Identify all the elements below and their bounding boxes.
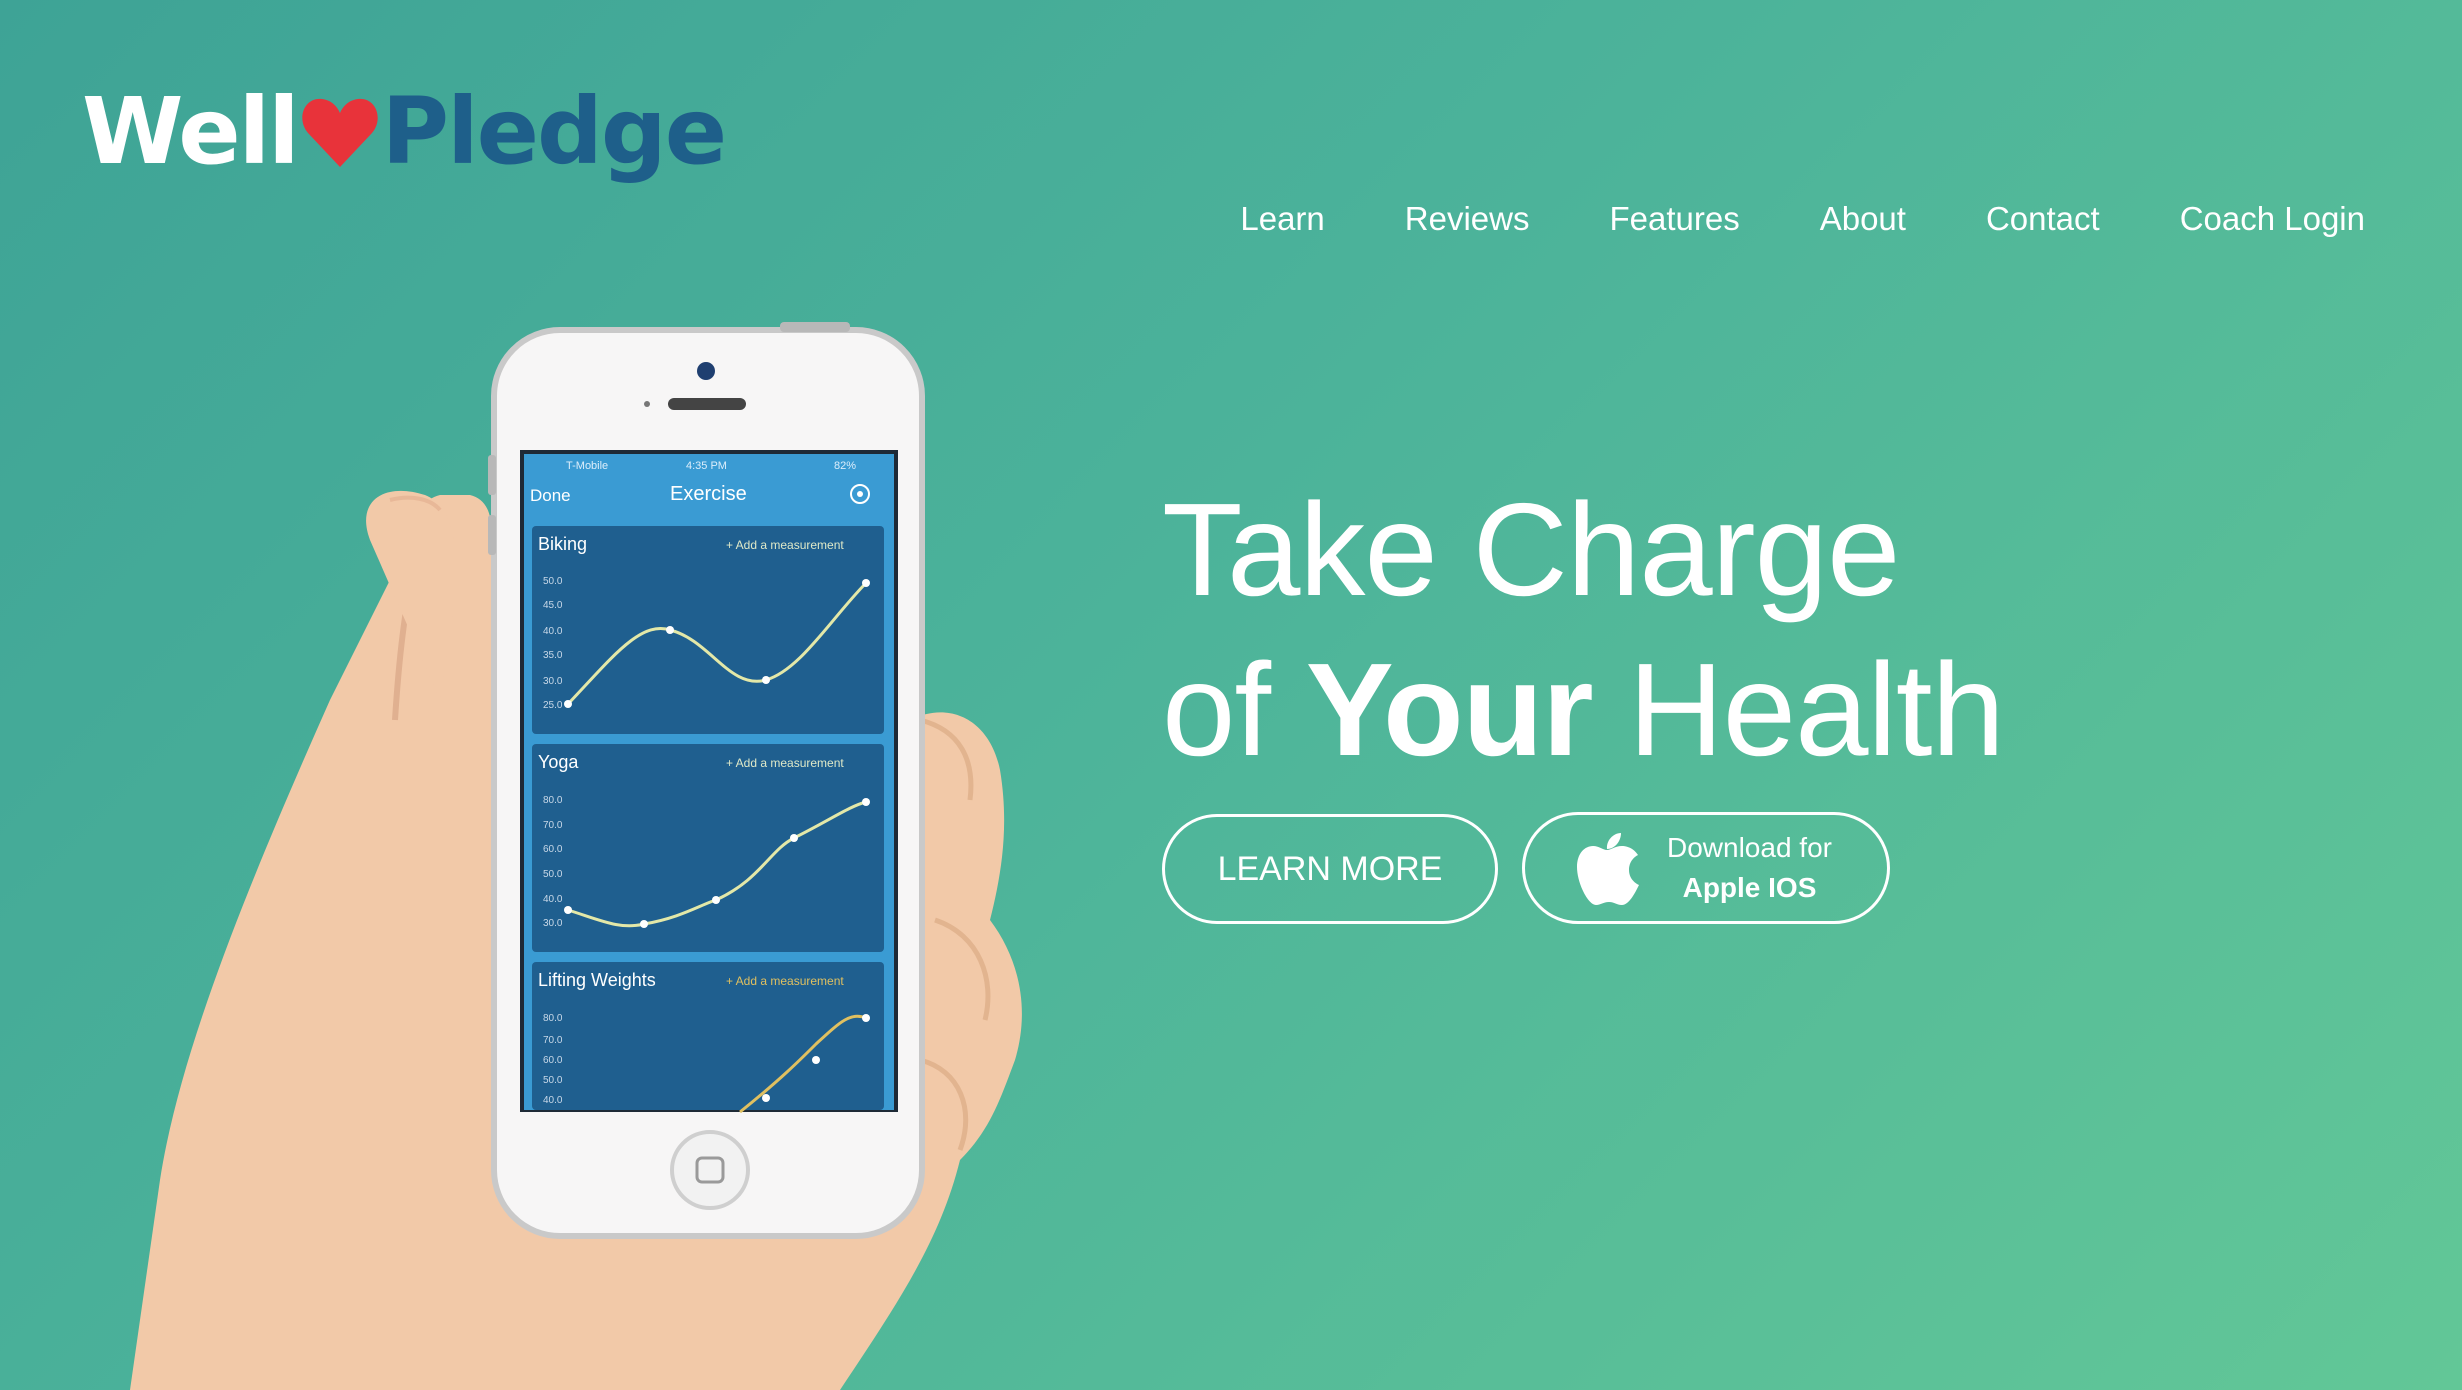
main-nav: Learn Reviews Features About Contact Coa…: [1160, 200, 2365, 238]
svg-text:4:35 PM: 4:35 PM: [686, 460, 727, 472]
svg-text:35.0: 35.0: [543, 650, 563, 661]
svg-text:40.0: 40.0: [543, 626, 563, 637]
hero-line-1: Take Charge: [1162, 476, 1900, 623]
svg-text:+ Add a measurement: + Add a measurement: [726, 538, 844, 552]
nav-reviews[interactable]: Reviews: [1405, 200, 1530, 238]
svg-text:82%: 82%: [834, 460, 856, 472]
nav-learn[interactable]: Learn: [1240, 200, 1324, 238]
svg-text:Yoga: Yoga: [538, 752, 579, 772]
svg-text:30.0: 30.0: [543, 676, 563, 687]
nav-contact[interactable]: Contact: [1986, 200, 2100, 238]
svg-text:T-Mobile: T-Mobile: [566, 460, 608, 472]
download-platform: Apple IOS: [1682, 872, 1817, 903]
svg-text:+ Add a measurement: + Add a measurement: [726, 756, 844, 770]
svg-text:45.0: 45.0: [543, 600, 563, 611]
svg-text:70.0: 70.0: [543, 820, 563, 831]
nav-about[interactable]: About: [1820, 200, 1906, 238]
svg-text:Biking: Biking: [538, 534, 587, 554]
svg-text:Lifting Weights: Lifting Weights: [538, 970, 656, 990]
hero-emphasis: Your: [1305, 636, 1594, 783]
svg-text:25.0: 25.0: [543, 700, 563, 711]
apple-icon: [1577, 833, 1639, 905]
download-caption: Download for: [1667, 832, 1832, 863]
hero-title: Take Charge of Your Health: [1162, 470, 2005, 790]
svg-text:50.0: 50.0: [543, 576, 563, 587]
hero-line-2: of Your Health: [1162, 636, 2005, 783]
done-button: Done: [530, 486, 571, 505]
learn-more-button[interactable]: LEARN MORE: [1162, 814, 1498, 924]
download-ios-button[interactable]: Download for Apple IOS: [1522, 812, 1890, 924]
nav-coach-login[interactable]: Coach Login: [2180, 200, 2365, 238]
svg-text:50.0: 50.0: [543, 1075, 563, 1086]
svg-text:+ Add a measurement: + Add a measurement: [726, 974, 844, 988]
svg-text:70.0: 70.0: [543, 1035, 563, 1046]
screen-title: Exercise: [670, 483, 747, 505]
svg-text:40.0: 40.0: [543, 1095, 563, 1106]
phone-in-hand-image: T-Mobile 4:35 PM 82% Done Exercise Bikin…: [130, 322, 1022, 1390]
svg-text:30.0: 30.0: [543, 918, 563, 929]
nav-features[interactable]: Features: [1609, 200, 1739, 238]
svg-text:60.0: 60.0: [543, 1055, 563, 1066]
svg-text:80.0: 80.0: [543, 1013, 563, 1024]
svg-text:40.0: 40.0: [543, 894, 563, 905]
svg-text:60.0: 60.0: [543, 844, 563, 855]
svg-text:80.0: 80.0: [543, 795, 563, 806]
svg-text:50.0: 50.0: [543, 869, 563, 880]
